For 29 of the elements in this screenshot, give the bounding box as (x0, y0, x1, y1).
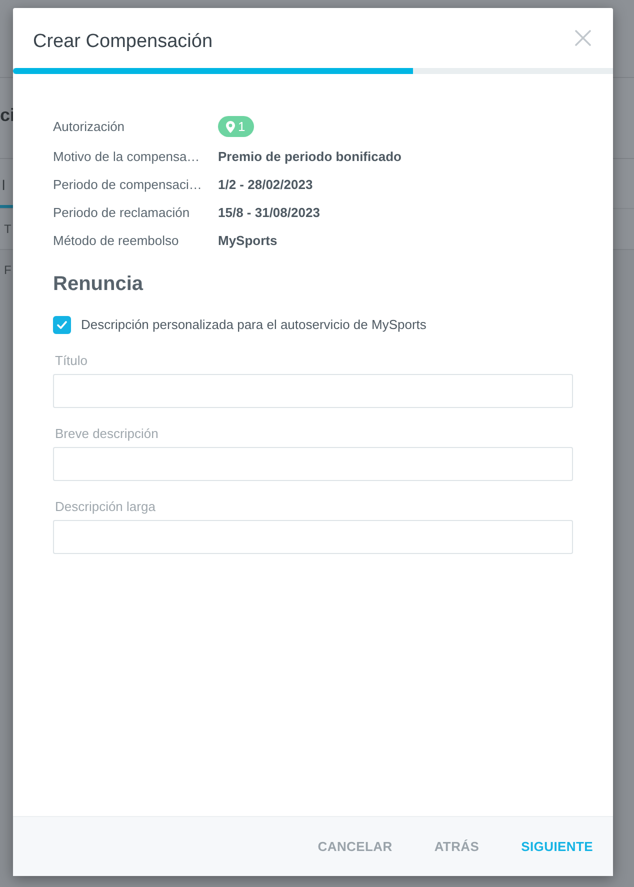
detail-value: 15/8 - 31/08/2023 (218, 204, 320, 222)
detail-value: Premio de periodo bonificado (218, 148, 402, 166)
section-heading: Renuncia (53, 272, 144, 296)
check-icon (57, 321, 67, 329)
input-field[interactable] (53, 447, 573, 481)
text-button[interactable]: ATRÁS (424, 831, 490, 862)
column-header: T (3, 222, 12, 236)
badge-count: 1 (238, 118, 246, 134)
checkbox-label: Descripción personalizada para el autoservicio de MySports (81, 316, 426, 334)
next-button[interactable]: SIGUIENTE (511, 831, 603, 862)
detail-value: MySports (218, 232, 278, 250)
close-button[interactable] (575, 30, 591, 46)
close-icon (575, 30, 591, 46)
text-button[interactable]: CANCELAR (308, 831, 402, 862)
detail-label: Autorización (53, 118, 126, 136)
field-label: Título (55, 353, 88, 369)
detail-label: Método de reembolso (53, 232, 180, 250)
field-label: Breve descripción (55, 426, 158, 442)
detail-label: Periodo de reclamación (53, 204, 191, 222)
dialog-title: Crear Compensación (33, 30, 213, 54)
checkbox[interactable] (53, 316, 71, 334)
table-cell-text: F (3, 263, 12, 277)
input-field[interactable] (53, 520, 573, 554)
input-field[interactable] (53, 374, 573, 408)
detail-label: Periodo de compensaci… (53, 176, 203, 194)
detail-value: 1/2 - 28/02/2023 (218, 176, 313, 194)
field-label: Descripción larga (55, 499, 156, 515)
detail-label: Motivo de la compensa… (53, 148, 201, 166)
pin-icon (226, 120, 235, 132)
